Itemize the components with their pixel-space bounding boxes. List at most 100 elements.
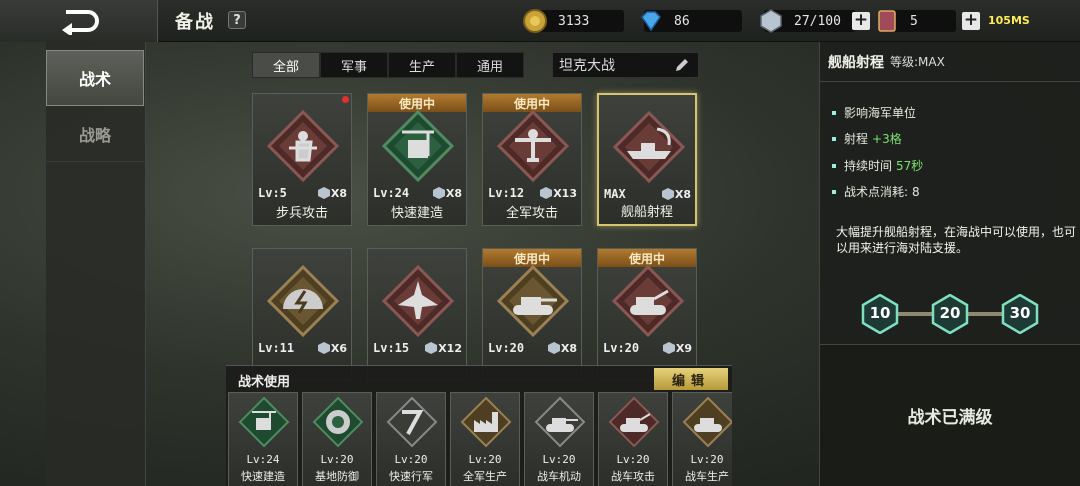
tank-attack-icon [612,265,684,337]
help-icon[interactable]: ? [228,11,246,29]
add-medal-button[interactable]: + [852,12,870,30]
milestone-node: 30 [1000,293,1040,335]
usage-slot[interactable]: Lv:20 快速行军 [376,392,446,486]
medal-icon [432,187,445,199]
attr-row: 影响海军单位 [832,104,920,121]
nav-item-strategy[interactable]: 战略 [46,106,144,162]
card-level: Lv:11 [258,341,295,355]
edit-button[interactable]: 编辑 [654,368,728,390]
slot-level: Lv:20 [616,453,650,466]
tab-production[interactable]: 生产 [388,52,456,78]
factory-icon [460,396,512,448]
slot-level: Lv:20 [690,453,724,466]
usage-slot[interactable]: Lv:20 战车攻击 [598,392,668,486]
slot-name: 战车生产 [685,470,729,483]
tank-icon [497,265,569,337]
medal-icon [547,342,560,354]
card-cost: X6 [317,341,347,355]
slot-name: 快速行军 [389,470,433,483]
attr-row: 持续时间 57秒 [832,157,923,174]
tactic-card[interactable]: Lv:11 X6 [252,248,352,381]
gold-resource: 3133 [523,9,624,33]
tank-attack-icon [608,396,660,448]
tank-production-icon [682,396,732,448]
slot-level: Lv:20 [320,453,354,466]
tactic-card[interactable]: 使用中 Lv:24 X8 快速建造 [367,93,467,226]
mode-selector[interactable]: 坦克大战 [552,52,699,78]
card-level: Lv:5 [258,186,287,200]
army-attack-icon [497,110,569,182]
card-cost: X8 [432,186,462,200]
top-bar: 备战 ? 3133 86 27/100 + 5 + 105MS [0,0,1080,42]
tab-military[interactable]: 军事 [320,52,388,78]
usage-slot[interactable]: Lv:20 全军生产 [450,392,520,486]
usage-slot[interactable]: Lv:24 快速建造 [228,392,298,486]
max-level-status: 战术已满级 [819,344,1080,486]
card-cost: X8 [547,341,577,355]
card-name: 步兵攻击 [275,206,328,221]
slot-name: 全军生产 [463,470,507,483]
detail-header: 舰船射程 等级:MAX [820,42,1080,82]
card-name: 全军攻击 [505,206,558,221]
slot-name: 战车攻击 [611,470,655,483]
add-card-button[interactable]: + [962,12,980,30]
milestone-node: 20 [930,293,970,335]
shield-dome-icon [267,265,339,337]
slot-level: Lv:20 [394,453,428,466]
usage-slot[interactable]: Lv:20 战车生产 [672,392,732,486]
medal-icon [317,342,330,354]
fast-march-icon [386,396,438,448]
card-level: MAX [604,187,626,201]
tank-icon [534,396,586,448]
tab-general[interactable]: 通用 [456,52,524,78]
card-level: Lv:12 [488,186,525,200]
back-button[interactable] [0,0,158,42]
tactic-card[interactable]: 使用中 Lv:12 X13 全军攻击 [482,93,582,226]
detail-level: 等级:MAX [890,55,945,69]
detail-description: 大幅提升舰船射程，在海战中可以使用，也可以用来进行海对陆支援。 [836,225,1077,255]
medal-icon [317,187,330,199]
medal-icon [540,187,553,199]
tactic-card[interactable]: Lv:5 X8 步兵攻击 [252,93,352,226]
tactic-card[interactable]: Lv:15 X12 [367,248,467,381]
slot-name: 快速建造 [241,470,285,483]
card-level: Lv:24 [373,186,410,200]
attr-row: 战术点消耗: 8 [832,183,920,200]
jet-fighter-icon [382,265,454,337]
page-title: 备战 [175,12,215,33]
detail-panel: 舰船射程 等级:MAX 影响海军单位 射程 +3格 持续时间 57秒 战术点消耗: 8… [819,42,1080,344]
pencil-icon[interactable] [674,57,690,73]
card-level: Lv:20 [603,341,640,355]
diamond-icon [641,11,661,32]
slot-level: Lv:24 [246,453,280,466]
tactic-usage-bar: 战术使用 编辑 Lv:24 快速建造 Lv:20 基地防御 Lv:20 快速行军… [226,365,732,486]
nav-item-tactics[interactable]: 战术 [46,50,144,106]
new-dot [342,96,349,103]
detail-name: 舰船射程 [828,54,884,71]
card-level: Lv:15 [373,341,410,355]
slot-level: Lv:20 [468,453,502,466]
card-cost: X8 [661,187,691,201]
card-cost: X13 [539,186,577,200]
diamond-resource: 86 [641,10,742,32]
usage-slot[interactable]: Lv:20 基地防御 [302,392,372,486]
base-defense-icon [312,396,364,448]
construction-icon [382,110,454,182]
left-nav: 战术 战略 [46,42,146,486]
card-icon [878,10,896,32]
card-cost: X12 [424,341,462,355]
tactic-card[interactable]: 使用中 Lv:20 X9 [597,248,697,381]
card-cost: X9 [662,341,692,355]
tab-all[interactable]: 全部 [252,52,320,78]
slot-name: 基地防御 [315,470,359,483]
infantry-icon [267,110,339,182]
level-milestones: 10 20 30 [860,292,1040,336]
usage-title: 战术使用 [238,375,291,390]
usage-slot[interactable]: Lv:20 战车机动 [524,392,594,486]
construction-icon [238,396,290,448]
slot-level: Lv:20 [542,453,576,466]
tactic-card-selected[interactable]: MAX X8 舰船射程 [597,93,697,226]
attr-row: 射程 +3格 [832,130,902,147]
warship-icon [613,111,685,183]
tactic-card[interactable]: 使用中 Lv:20 X8 [482,248,582,381]
